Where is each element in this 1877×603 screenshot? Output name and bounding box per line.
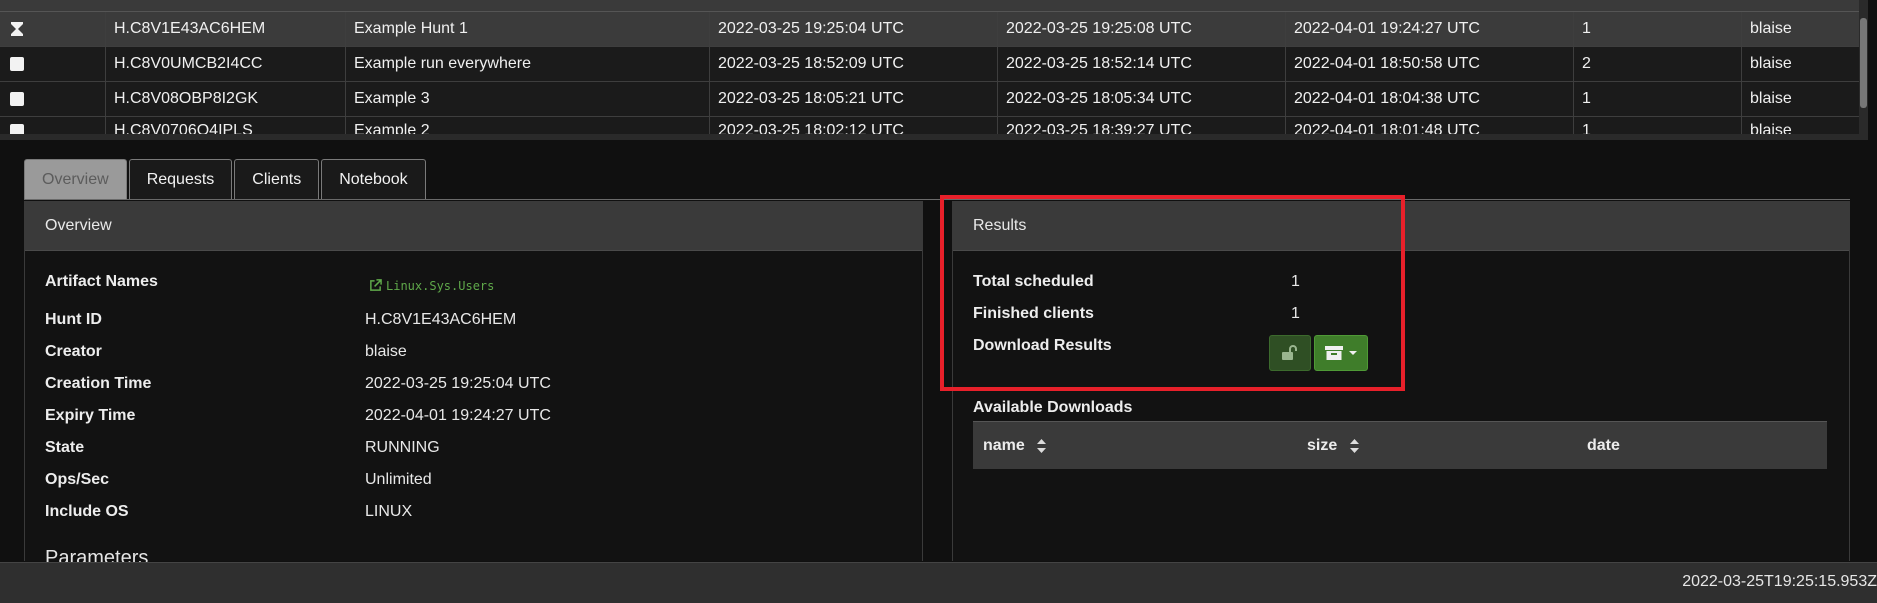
available-downloads-title: Available Downloads [973, 399, 1133, 416]
field-label-artifact-names: Artifact Names [45, 273, 158, 290]
hunt-scheduled-cell: 1 [1574, 117, 1742, 134]
download-results-label: Download Results [973, 337, 1112, 354]
tab-clients[interactable]: Clients [234, 159, 320, 199]
toggle-password-button[interactable] [1269, 335, 1311, 371]
col-size-label: size [1307, 437, 1338, 454]
hunt-expires-cell: 2022-04-01 18:01:48 UTC [1286, 117, 1574, 134]
tab-notebook[interactable]: Notebook [321, 159, 426, 199]
results-panel: Results Total scheduled 1 Finished clien… [952, 201, 1850, 561]
status-footer: 2022-03-25T19:25:15.953Z [0, 562, 1877, 603]
results-panel-header: Results [953, 201, 1849, 251]
hunt-description-cell: Example 2 [346, 117, 710, 134]
archive-icon [1324, 346, 1343, 360]
field-label-ops-sec: Ops/Sec [45, 471, 110, 488]
col-date[interactable]: date [1587, 422, 1620, 469]
server-timestamp: 2022-03-25T19:25:15.953Z [1682, 573, 1877, 590]
hunt-row[interactable]: H.C8V0706O4IPLS Example 2 2022-03-25 18:02… [0, 117, 1868, 134]
hourglass-icon [11, 21, 23, 36]
tab-requests[interactable]: Requests [128, 159, 233, 199]
hunt-id-cell: H.C8V08OBP8I2GK [106, 82, 346, 116]
external-link-icon [370, 279, 382, 291]
hunt-created-cell: 2022-03-25 18:02:12 UTC [710, 117, 998, 134]
col-name[interactable]: name [983, 422, 1047, 469]
field-label-hunt-id: Hunt ID [45, 311, 102, 328]
hunt-created-cell: 2022-03-25 19:25:04 UTC [710, 12, 998, 46]
field-value-creator: blaise [365, 343, 407, 360]
hunt-scheduled-cell: 2 [1574, 47, 1742, 81]
hunt-scheduled-cell: 1 [1574, 12, 1742, 46]
field-label-creation-time: Creation Time [45, 375, 152, 392]
hunt-creator-cell: blaise [1750, 122, 1792, 134]
sort-icon[interactable] [1037, 438, 1047, 453]
downloads-table-header: name size date [973, 421, 1827, 469]
finished-clients-label: Finished clients [973, 305, 1094, 322]
field-label-expiry-time: Expiry Time [45, 407, 136, 424]
total-scheduled-label: Total scheduled [973, 273, 1094, 290]
hunt-description-cell: Example run everywhere [346, 47, 710, 81]
hunts-table: H.C8V1E43AC6HEM Example Hunt 1 2022-03-25 … [0, 0, 1868, 134]
sort-icon[interactable] [1349, 438, 1359, 453]
field-value-expiry-time: 2022-04-01 19:24:27 UTC [365, 407, 551, 424]
field-value-hunt-id: H.C8V1E43AC6HEM [365, 311, 517, 328]
hunt-expires-cell: 2022-04-01 19:24:27 UTC [1286, 12, 1574, 46]
hunt-id-cell: H.C8V1E43AC6HEM [106, 12, 346, 46]
tab-overview[interactable]: Overview [24, 159, 127, 199]
unlock-icon [1282, 345, 1297, 360]
hunt-started-cell: 2022-03-25 18:52:14 UTC [998, 47, 1286, 81]
hunt-expires-cell: 2022-04-01 18:50:58 UTC [1286, 47, 1574, 81]
overview-panel-header: Overview [25, 201, 922, 251]
hunt-expires-cell: 2022-04-01 18:04:38 UTC [1286, 82, 1574, 116]
field-label-include-os: Include OS [45, 503, 129, 520]
hunt-started-cell: 2022-03-25 18:39:27 UTC [998, 117, 1286, 134]
total-scheduled-value: 1 [1291, 273, 1300, 290]
col-date-label: date [1587, 437, 1620, 454]
field-value-state: RUNNING [365, 439, 440, 456]
col-size[interactable]: size [1307, 422, 1359, 469]
hunt-row[interactable]: H.C8V1E43AC6HEM Example Hunt 1 2022-03-25 … [0, 12, 1868, 47]
stop-icon [10, 123, 24, 134]
hunts-table-header [0, 0, 1868, 12]
hunt-state-cell [0, 12, 106, 46]
field-label-state: State [45, 439, 85, 456]
artifact-name[interactable]: Linux.Sys.Users [386, 279, 494, 293]
caret-down-icon [1348, 351, 1357, 355]
field-label-creator: Creator [45, 343, 102, 360]
prepare-download-button[interactable] [1314, 335, 1368, 371]
hunt-description-cell: Example 3 [346, 82, 710, 116]
hunt-creator-cell: blaise [1750, 90, 1792, 107]
finished-clients-value: 1 [1291, 305, 1300, 322]
overview-panel: Overview Artifact Names Linux.Sys.Users … [24, 201, 923, 569]
hunt-description-cell: Example Hunt 1 [346, 12, 710, 46]
hunt-id-cell: H.C8V0UMCB2I4CC [106, 47, 346, 81]
hunt-tabs: Overview Requests Clients Notebook [24, 159, 428, 199]
hunts-table-body: H.C8V1E43AC6HEM Example Hunt 1 2022-03-25 … [0, 12, 1868, 134]
splitter[interactable] [0, 134, 1868, 140]
hunt-state-cell [0, 47, 106, 81]
hunt-row[interactable]: H.C8V08OBP8I2GK Example 3 2022-03-25 18:05… [0, 82, 1868, 117]
hunt-started-cell: 2022-03-25 19:25:08 UTC [998, 12, 1286, 46]
hunt-creator-cell: blaise [1750, 55, 1792, 72]
tabs-divider [24, 199, 1850, 200]
hunt-creator-cell: blaise [1750, 20, 1792, 37]
hunt-started-cell: 2022-03-25 18:05:34 UTC [998, 82, 1286, 116]
scrollbar-thumb[interactable] [1860, 18, 1867, 108]
hunts-table-scrollbar[interactable] [1859, 0, 1868, 134]
field-value-ops-sec: Unlimited [365, 471, 432, 488]
hunt-created-cell: 2022-03-25 18:05:21 UTC [710, 82, 998, 116]
stop-icon [10, 56, 24, 71]
hunt-created-cell: 2022-03-25 18:52:09 UTC [710, 47, 998, 81]
hunt-row[interactable]: H.C8V0UMCB2I4CC Example run everywhere 202… [0, 47, 1868, 82]
artifact-link[interactable]: Linux.Sys.Users [369, 277, 494, 295]
stop-icon [10, 91, 24, 106]
col-name-label: name [983, 437, 1025, 454]
hunt-state-cell [0, 82, 106, 116]
hunt-state-cell [0, 117, 106, 134]
hunt-id-cell: H.C8V0706O4IPLS [106, 117, 346, 134]
hunt-scheduled-cell: 1 [1574, 82, 1742, 116]
field-value-creation-time: 2022-03-25 19:25:04 UTC [365, 375, 551, 392]
download-results-buttons [1269, 335, 1371, 371]
field-value-include-os: LINUX [365, 503, 413, 520]
